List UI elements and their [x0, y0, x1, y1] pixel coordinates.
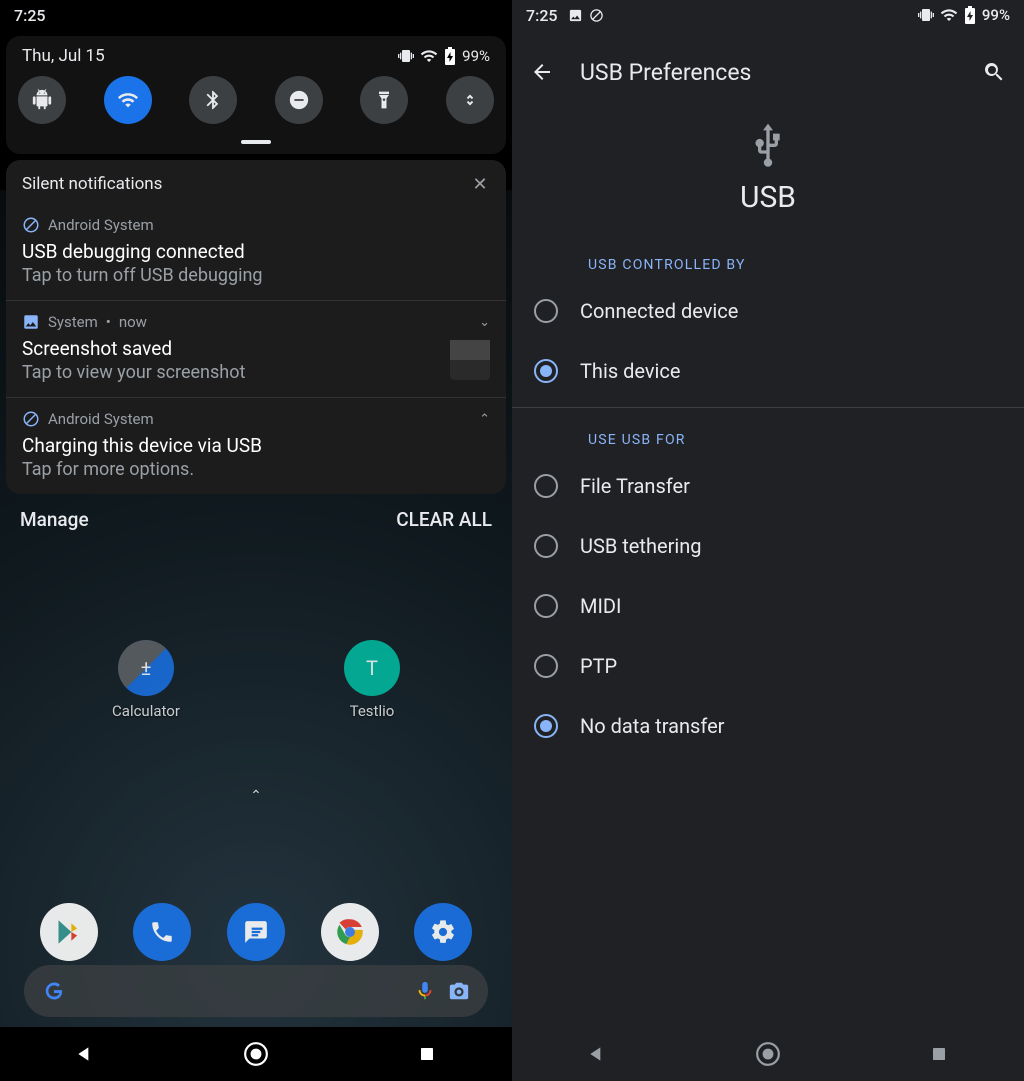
notif-app: Android System [48, 216, 154, 234]
radio-ptp[interactable]: PTP [512, 636, 1024, 696]
radio-icon [534, 474, 558, 498]
battery-percentage: 99% [462, 47, 490, 65]
radio-icon [534, 299, 558, 323]
notification-screenshot[interactable]: System • now ⌄ Screenshot saved Tap to v… [6, 300, 506, 397]
radio-icon [534, 654, 558, 678]
appbar: USB Preferences [512, 40, 1024, 104]
chevron-up-icon[interactable]: ⌃ [479, 412, 490, 427]
google-g-icon [42, 979, 66, 1003]
section-use-usb-for: USE USB FOR [512, 414, 1024, 456]
section-controlled-by: USB CONTROLLED BY [512, 239, 1024, 281]
qs-tile-flashlight[interactable] [360, 76, 408, 124]
nav-back[interactable] [582, 1039, 612, 1069]
notif-body: Tap to turn off USB debugging [22, 265, 490, 286]
radio-icon [534, 359, 558, 383]
google-search-bar[interactable] [24, 965, 488, 1017]
lens-icon[interactable] [448, 980, 470, 1002]
wifi-icon [420, 47, 438, 65]
notif-title: Screenshot saved [22, 337, 440, 360]
notif-app: System [48, 313, 98, 331]
manage-button[interactable]: Manage [20, 508, 89, 531]
app-chrome[interactable] [321, 903, 379, 961]
radio-usb-tethering[interactable]: USB tethering [512, 516, 1024, 576]
app-testlio[interactable]: T Testlio [344, 640, 400, 720]
battery-percentage: 99% [982, 6, 1010, 24]
app-phone[interactable] [133, 903, 191, 961]
battery-icon [964, 6, 976, 24]
divider [512, 407, 1024, 408]
image-icon [22, 313, 40, 331]
qs-tile-autorotate[interactable] [446, 76, 494, 124]
quick-settings-panel: Thu, Jul 15 99% [6, 36, 506, 154]
radio-icon [534, 714, 558, 738]
close-icon[interactable]: ✕ [470, 174, 490, 194]
notif-title: USB debugging connected [22, 240, 490, 263]
shade-actions: Manage CLEAR ALL [0, 494, 512, 545]
chevron-down-icon[interactable]: ⌄ [479, 315, 490, 330]
notification-usb-debugging[interactable]: Android System USB debugging connected T… [6, 204, 506, 300]
back-arrow-icon[interactable] [530, 60, 554, 84]
app-messages[interactable] [227, 903, 285, 961]
silent-header: Silent notifications [22, 174, 470, 194]
qs-tiles-row [14, 76, 498, 130]
battery-icon [444, 47, 456, 65]
app-play-store[interactable] [40, 903, 98, 961]
radio-midi[interactable]: MIDI [512, 576, 1024, 636]
clock: 7:25 [14, 6, 46, 25]
notification-charging[interactable]: Android System ⌃ Charging this device vi… [6, 397, 506, 494]
status-bar-right: 7:25 99% [512, 0, 1024, 30]
qs-tile-bluetooth[interactable] [189, 76, 237, 124]
usb-hero: USB [512, 104, 1024, 239]
screenshot-thumbnail[interactable] [450, 340, 490, 380]
radio-icon [534, 534, 558, 558]
radio-connected-device[interactable]: Connected device [512, 281, 1024, 341]
notif-body: Tap to view your screenshot [22, 362, 440, 383]
notif-app: Android System [48, 410, 154, 428]
radio-this-device[interactable]: This device [512, 341, 1024, 401]
status-icons: 99% [398, 47, 490, 65]
nav-bar-left [0, 1027, 512, 1081]
nav-home[interactable] [753, 1039, 783, 1069]
qs-date: Thu, Jul 15 [22, 46, 105, 66]
notif-when: now [119, 313, 147, 331]
qs-tile-dnd[interactable] [275, 76, 323, 124]
search-icon[interactable] [982, 60, 1006, 84]
radio-icon [534, 594, 558, 618]
clear-all-button[interactable]: CLEAR ALL [396, 508, 492, 531]
status-bar-left: 7:25 [0, 0, 512, 30]
nav-back[interactable] [70, 1039, 100, 1069]
qs-expand-handle[interactable] [241, 140, 271, 144]
nav-home[interactable] [241, 1039, 271, 1069]
vibrate-icon [398, 48, 414, 64]
app-calculator[interactable]: ± Calculator [112, 640, 180, 720]
radio-no-data-transfer[interactable]: No data transfer [512, 696, 1024, 756]
nosign-icon [22, 216, 40, 234]
appbar-title: USB Preferences [580, 59, 956, 86]
image-icon [568, 8, 583, 23]
usb-hero-label: USB [740, 180, 796, 215]
home-apps-row: ± Calculator T Testlio [0, 640, 512, 720]
vibrate-icon [918, 7, 934, 23]
mic-icon[interactable] [414, 980, 436, 1002]
nav-bar-right [512, 1027, 1024, 1081]
app-settings[interactable] [414, 903, 472, 961]
app-drawer-hint-icon[interactable]: ⌃ [250, 788, 262, 804]
nav-recent[interactable] [924, 1039, 954, 1069]
radio-file-transfer[interactable]: File Transfer [512, 456, 1024, 516]
nosign-icon [589, 8, 604, 23]
nav-recent[interactable] [412, 1039, 442, 1069]
nosign-icon [22, 410, 40, 428]
qs-tile-android[interactable] [18, 76, 66, 124]
usb-icon [748, 122, 788, 172]
notif-title: Charging this device via USB [22, 434, 490, 457]
silent-notifications-card: Silent notifications ✕ Android System US… [6, 160, 506, 494]
dock [0, 903, 512, 961]
clock: 7:25 [526, 6, 558, 25]
wifi-icon [940, 6, 958, 24]
qs-tile-wifi[interactable] [104, 76, 152, 124]
notif-body: Tap for more options. [22, 459, 490, 480]
